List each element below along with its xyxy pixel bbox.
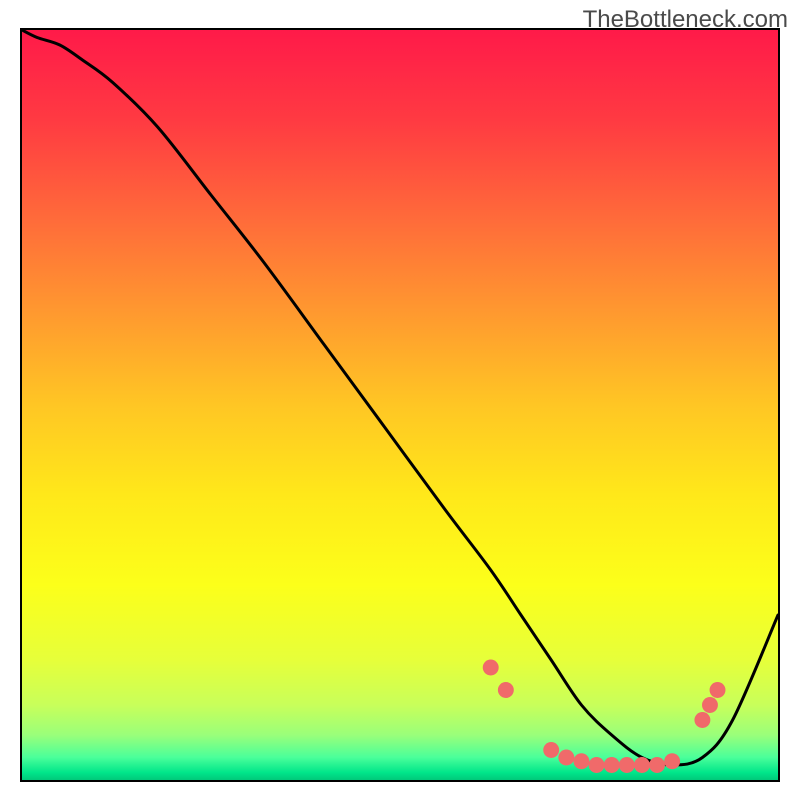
marker-dot: [498, 682, 514, 698]
curve-layer: [22, 30, 778, 780]
marker-dot: [634, 757, 650, 773]
marker-dot: [604, 757, 620, 773]
marker-dot: [558, 750, 574, 766]
marker-dot: [664, 753, 680, 769]
marker-dot: [483, 660, 499, 676]
plot-area: [20, 28, 780, 782]
bottleneck-curve: [22, 30, 778, 765]
marker-dot: [710, 682, 726, 698]
marker-dot: [694, 712, 710, 728]
marker-dot: [573, 753, 589, 769]
marker-dot: [619, 757, 635, 773]
chart-container: TheBottleneck.com: [0, 0, 800, 800]
marker-dot: [649, 757, 665, 773]
highlight-dots: [483, 660, 726, 773]
marker-dot: [543, 742, 559, 758]
marker-dot: [702, 697, 718, 713]
watermark-text: TheBottleneck.com: [583, 6, 788, 34]
marker-dot: [589, 757, 605, 773]
